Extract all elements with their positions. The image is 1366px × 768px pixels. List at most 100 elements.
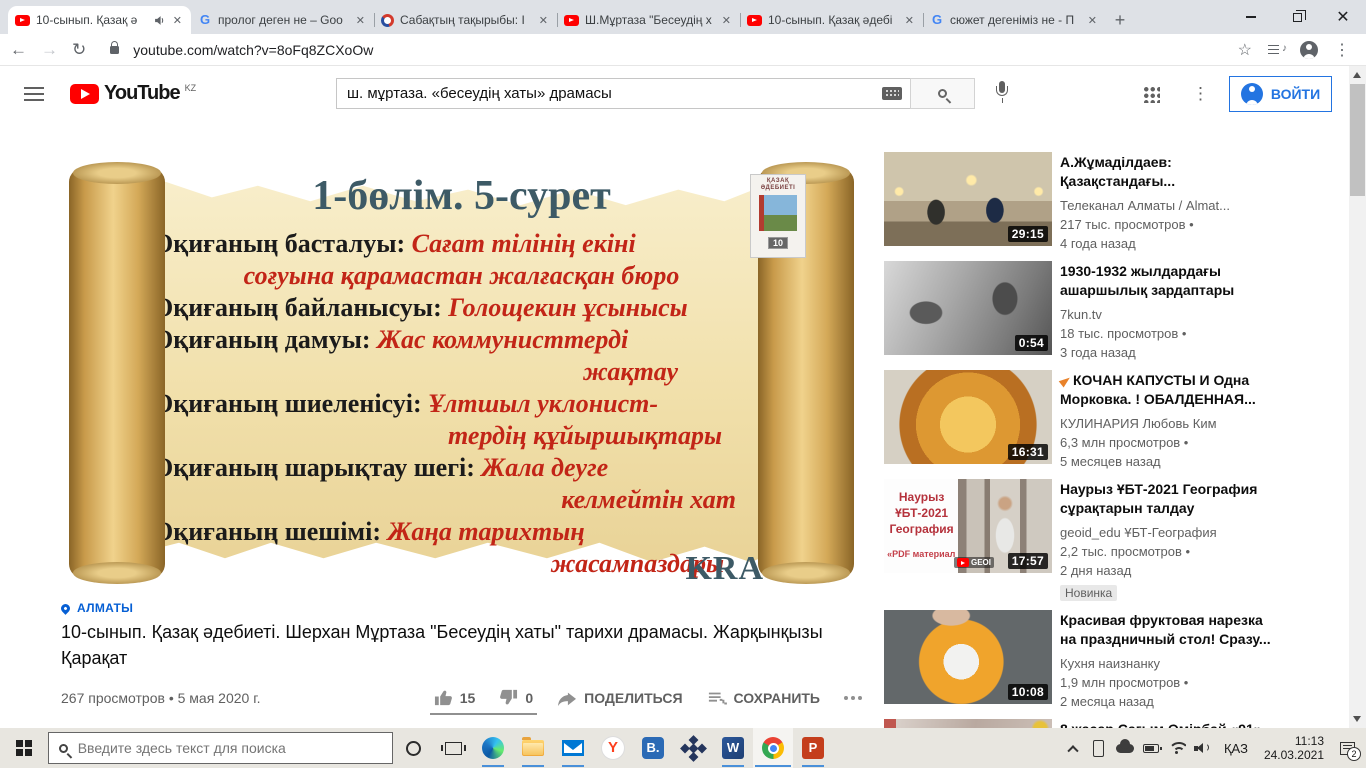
scroll-down-arrow[interactable] xyxy=(1353,716,1361,722)
taskbar-search-input[interactable] xyxy=(77,740,382,756)
keyboard-icon[interactable] xyxy=(882,87,902,100)
youtube-logo[interactable]: YouTube KZ xyxy=(70,82,196,105)
apps-grid-icon[interactable] xyxy=(1143,86,1160,103)
channel-name[interactable]: 7kun.tv xyxy=(1060,305,1102,324)
scroll-up-arrow[interactable] xyxy=(1353,72,1361,78)
start-button[interactable] xyxy=(0,728,48,768)
battery-button[interactable] xyxy=(1138,728,1164,768)
onedrive-button[interactable] xyxy=(1112,728,1138,768)
close-icon[interactable]: ✕ xyxy=(720,14,733,27)
video-title[interactable]: Красивая фруктовая нарезка на праздничны… xyxy=(1060,611,1348,649)
view-count: 217 тыс. просмотров • xyxy=(1060,217,1194,232)
yandex-button[interactable] xyxy=(593,728,633,768)
tab-google-prolog[interactable]: пролог деген не – Goo ✕ xyxy=(191,6,374,34)
thumbnail-channel-watermark: GEOI xyxy=(953,557,994,568)
network-button[interactable] xyxy=(1164,728,1190,768)
hamburger-menu-icon[interactable] xyxy=(24,87,44,95)
more-actions-button[interactable] xyxy=(844,695,862,700)
task-view-button[interactable] xyxy=(433,728,473,768)
language-indicator[interactable]: ҚАЗ xyxy=(1216,741,1256,756)
microphone-icon[interactable] xyxy=(995,81,1009,105)
close-icon[interactable]: ✕ xyxy=(171,14,184,27)
browser-menu-icon[interactable]: ⋮ xyxy=(1334,40,1350,60)
volume-button[interactable] xyxy=(1190,728,1216,768)
youtube-header: YouTube KZ ⋮ ВОЙТИ xyxy=(0,66,1366,122)
tab-title: пролог деген не – Goo xyxy=(218,13,343,27)
tab-10-synyp[interactable]: 10-сынып. Қазақ әдебі ✕ xyxy=(740,6,923,34)
battery-icon xyxy=(1142,743,1162,753)
close-window-button[interactable]: ✕ xyxy=(1320,0,1366,34)
recommended-video[interactable]: 0:54 1930-1932 жылдардағы ашаршылық зард… xyxy=(884,261,1348,362)
save-button[interactable]: СОХРАНИТЬ xyxy=(707,689,820,707)
video-thumbnail[interactable]: Наурыз ҰБТ-2021 География «PDF материал … xyxy=(884,479,1052,573)
your-phone-button[interactable] xyxy=(1086,728,1112,768)
back-icon[interactable]: ← xyxy=(10,41,27,58)
word-button[interactable] xyxy=(713,728,753,768)
profile-avatar-icon[interactable] xyxy=(1300,40,1318,59)
like-button[interactable]: 15 xyxy=(434,688,475,707)
upload-age: 2 дня назад xyxy=(1060,563,1132,578)
recommended-video[interactable]: 10:08 Красивая фруктовая нарезка на праз… xyxy=(884,610,1348,711)
scrollbar-thumb[interactable] xyxy=(1350,84,1365,196)
tray-expand-button[interactable] xyxy=(1060,728,1086,768)
search-button[interactable] xyxy=(910,78,975,109)
reload-icon[interactable]: ↻ xyxy=(72,41,86,58)
close-icon[interactable]: ✕ xyxy=(903,14,916,27)
close-icon[interactable]: ✕ xyxy=(1086,14,1099,27)
speaker-icon[interactable] xyxy=(154,15,165,26)
location-row[interactable]: АЛМАТЫ xyxy=(59,601,133,615)
minimize-button[interactable] xyxy=(1228,0,1274,34)
dislike-button[interactable]: 0 xyxy=(499,688,533,707)
bookmark-star-icon[interactable]: ☆ xyxy=(1238,40,1252,60)
tab-sabaq[interactable]: Сабақтың тақырыбы: І ✕ xyxy=(374,6,557,34)
share-button[interactable]: ПОДЕЛИТЬСЯ xyxy=(557,689,683,707)
video-player[interactable]: ҚАЗАҚ ӘДЕБИЕТІ 10 1-бөлім. 5-сурет Оқиға… xyxy=(61,152,862,592)
channel-name[interactable]: Телеканал Алматы / Almat... xyxy=(1060,196,1230,215)
url-text[interactable]: youtube.com/watch?v=8oFq8ZCXoOw xyxy=(133,42,1223,58)
cortana-button[interactable] xyxy=(393,728,433,768)
tab-google-syuzhet[interactable]: сюжет дегеніміз не - П ✕ xyxy=(923,6,1106,34)
close-icon[interactable]: ✕ xyxy=(537,14,550,27)
video-thumbnail[interactable]: 16:31 xyxy=(884,370,1052,464)
youtube-menu-icon[interactable]: ⋮ xyxy=(1192,84,1209,104)
video-thumbnail[interactable]: 0:54 xyxy=(884,261,1052,355)
powerpoint-button[interactable] xyxy=(793,728,833,768)
video-thumbnail[interactable]: 29:15 xyxy=(884,152,1052,246)
upload-age: 4 года назад xyxy=(1060,236,1136,251)
channel-name[interactable]: КУЛИНАРИЯ Любовь Ким xyxy=(1060,414,1217,433)
clock[interactable]: 11:13 24.03.2021 xyxy=(1256,734,1332,762)
video-thumbnail[interactable]: 10:08 xyxy=(884,610,1052,704)
recommended-video[interactable]: Наурыз ҰБТ-2021 География «PDF материал … xyxy=(884,479,1348,602)
tab-current-video[interactable]: 10-сынып. Қазақ ә ✕ xyxy=(8,6,191,34)
signin-button[interactable]: ВОЙТИ xyxy=(1229,76,1332,112)
vk-button[interactable] xyxy=(633,728,673,768)
file-explorer-button[interactable] xyxy=(513,728,553,768)
new-tab-button[interactable]: + xyxy=(1106,6,1134,34)
video-title[interactable]: 1930-1932 жылдардағы ашаршылық зардаптар… xyxy=(1060,262,1348,300)
lock-icon[interactable] xyxy=(110,40,120,54)
edge-button[interactable] xyxy=(473,728,513,768)
chrome-button[interactable] xyxy=(753,728,793,768)
dropbox-button[interactable] xyxy=(673,728,713,768)
address-bar: ← → ↻ youtube.com/watch?v=8oFq8ZCXoOw ☆ … xyxy=(0,34,1366,66)
word-icon xyxy=(722,737,744,759)
channel-name[interactable]: geoid_edu ҰБТ-География xyxy=(1060,523,1217,542)
tab-murtaza-video[interactable]: Ш.Мұртаза "Бесеудің х ✕ xyxy=(557,6,740,34)
recommended-video[interactable]: 16:31 КОЧАН КАПУСТЫ И Одна Морковка. ! О… xyxy=(884,370,1348,471)
restore-button[interactable] xyxy=(1274,0,1320,34)
windows-logo-icon xyxy=(16,740,32,756)
recommended-video[interactable]: 29:15 А.Жұмаділдаев: Қазақстандағы... Те… xyxy=(884,152,1348,253)
video-title[interactable]: КОЧАН КАПУСТЫ И Одна Морковка. ! ОБАЛДЕН… xyxy=(1058,371,1348,409)
channel-name[interactable]: Кухня наизнанку xyxy=(1060,654,1160,673)
playlist-add-icon xyxy=(708,692,727,704)
media-controls-icon[interactable] xyxy=(1268,43,1287,57)
video-title[interactable]: Наурыз ҰБТ-2021 География сұрақтарын тал… xyxy=(1060,480,1348,518)
taskbar-search-box[interactable] xyxy=(48,732,393,764)
forward-icon[interactable]: → xyxy=(41,41,58,58)
video-title[interactable]: А.Жұмаділдаев: Қазақстандағы... xyxy=(1060,153,1348,191)
page-scrollbar[interactable] xyxy=(1349,66,1366,728)
mail-button[interactable] xyxy=(553,728,593,768)
search-input[interactable] xyxy=(337,85,882,102)
close-icon[interactable]: ✕ xyxy=(354,14,367,27)
action-center-button[interactable]: 2 xyxy=(1332,728,1362,768)
